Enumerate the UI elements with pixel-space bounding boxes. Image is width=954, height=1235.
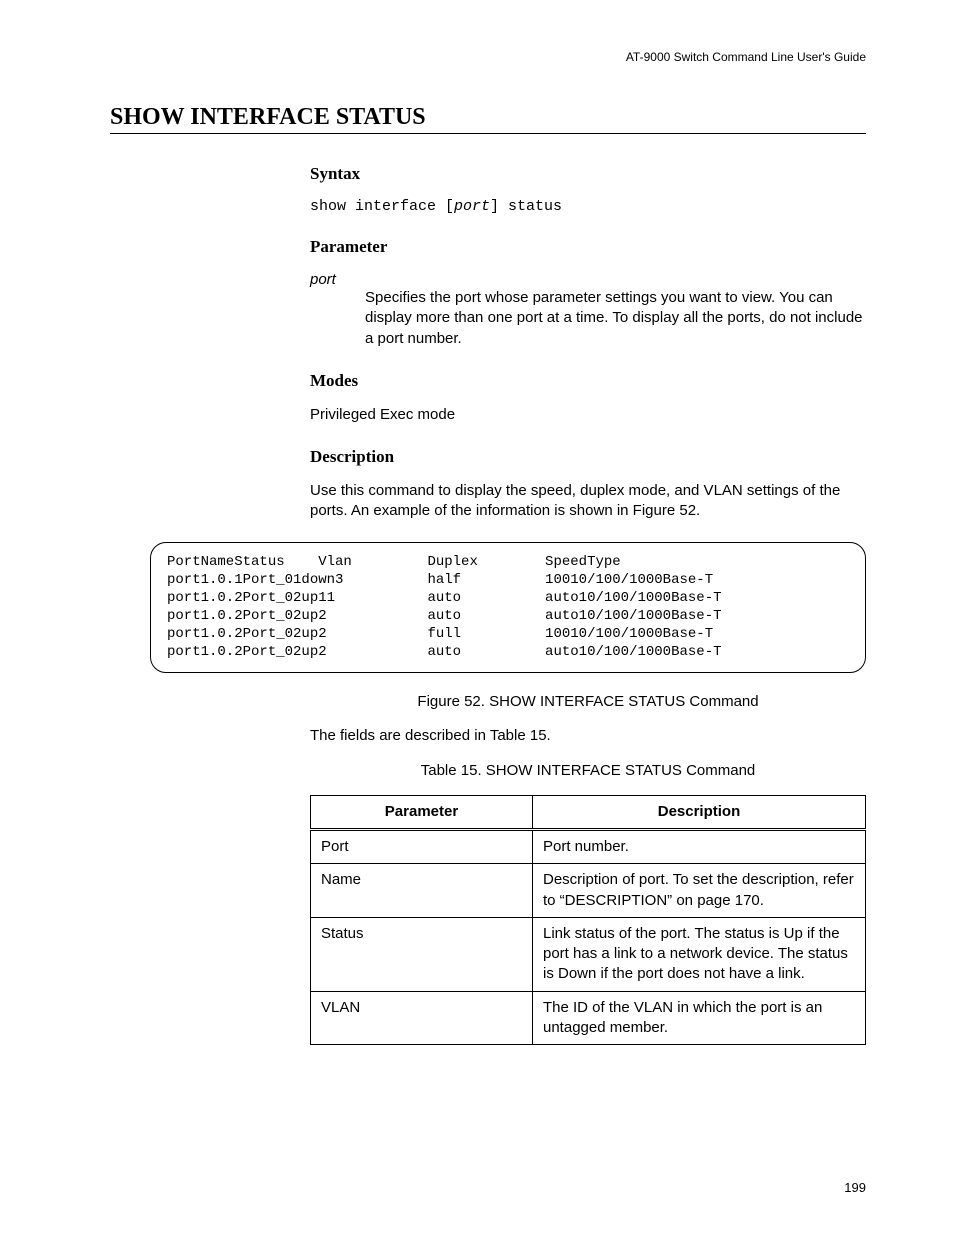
- example-line: port1.0.2Port_02up2 auto auto10/100/1000…: [167, 643, 849, 661]
- syntax-arg: port: [454, 198, 490, 215]
- table-cell-desc: Port number.: [533, 830, 866, 864]
- post-example-block: Figure 52. SHOW INTERFACE STATUS Command…: [310, 693, 866, 1046]
- table-row: Status Link status of the port. The stat…: [311, 917, 866, 991]
- table-cell-param: Status: [311, 917, 533, 991]
- parameter-heading: Parameter: [310, 237, 866, 257]
- content-block: Syntax show interface [port] status Para…: [310, 164, 866, 522]
- table-cell-desc: Description of port. To set the descript…: [533, 864, 866, 918]
- description-heading: Description: [310, 447, 866, 467]
- syntax-line: show interface [port] status: [310, 198, 866, 215]
- example-line: PortNameStatus Vlan Duplex SpeedType: [167, 553, 849, 571]
- fields-intro: The fields are described in Table 15.: [310, 726, 866, 746]
- table-cell-desc: The ID of the VLAN in which the port is …: [533, 991, 866, 1045]
- example-line: port1.0.2Port_02up11 auto auto10/100/100…: [167, 589, 849, 607]
- example-line: port1.0.2Port_02up2 full 10010/100/1000B…: [167, 625, 849, 643]
- figure-caption: Figure 52. SHOW INTERFACE STATUS Command: [310, 693, 866, 710]
- syntax-pre: show interface [: [310, 198, 454, 215]
- table-row: Port Port number.: [311, 830, 866, 864]
- modes-text: Privileged Exec mode: [310, 405, 866, 425]
- table-head-description: Description: [533, 795, 866, 829]
- modes-heading: Modes: [310, 371, 866, 391]
- syntax-post: ] status: [490, 198, 562, 215]
- page-number: 199: [844, 1180, 866, 1195]
- table-row: Name Description of port. To set the des…: [311, 864, 866, 918]
- page-title: SHOW INTERFACE STATUS: [110, 104, 866, 134]
- table-cell-desc: Link status of the port. The status is U…: [533, 917, 866, 991]
- table-cell-param: VLAN: [311, 991, 533, 1045]
- header-guide-title: AT-9000 Switch Command Line User's Guide: [110, 50, 866, 64]
- parameter-desc: Specifies the port whose parameter setti…: [365, 288, 866, 349]
- example-line: port1.0.2Port_02up2 auto auto10/100/1000…: [167, 607, 849, 625]
- parameter-name: port: [310, 271, 866, 288]
- table-caption: Table 15. SHOW INTERFACE STATUS Command: [310, 762, 866, 779]
- table-cell-param: Name: [311, 864, 533, 918]
- table-header-row: Parameter Description: [311, 795, 866, 829]
- table-cell-param: Port: [311, 830, 533, 864]
- example-line: port1.0.1Port_01down3 half 10010/100/100…: [167, 571, 849, 589]
- table-head-parameter: Parameter: [311, 795, 533, 829]
- description-text: Use this command to display the speed, d…: [310, 481, 866, 522]
- example-box: PortNameStatus Vlan Duplex SpeedType por…: [150, 542, 866, 673]
- syntax-heading: Syntax: [310, 164, 866, 184]
- description-table: Parameter Description Port Port number. …: [310, 795, 866, 1045]
- table-row: VLAN The ID of the VLAN in which the por…: [311, 991, 866, 1045]
